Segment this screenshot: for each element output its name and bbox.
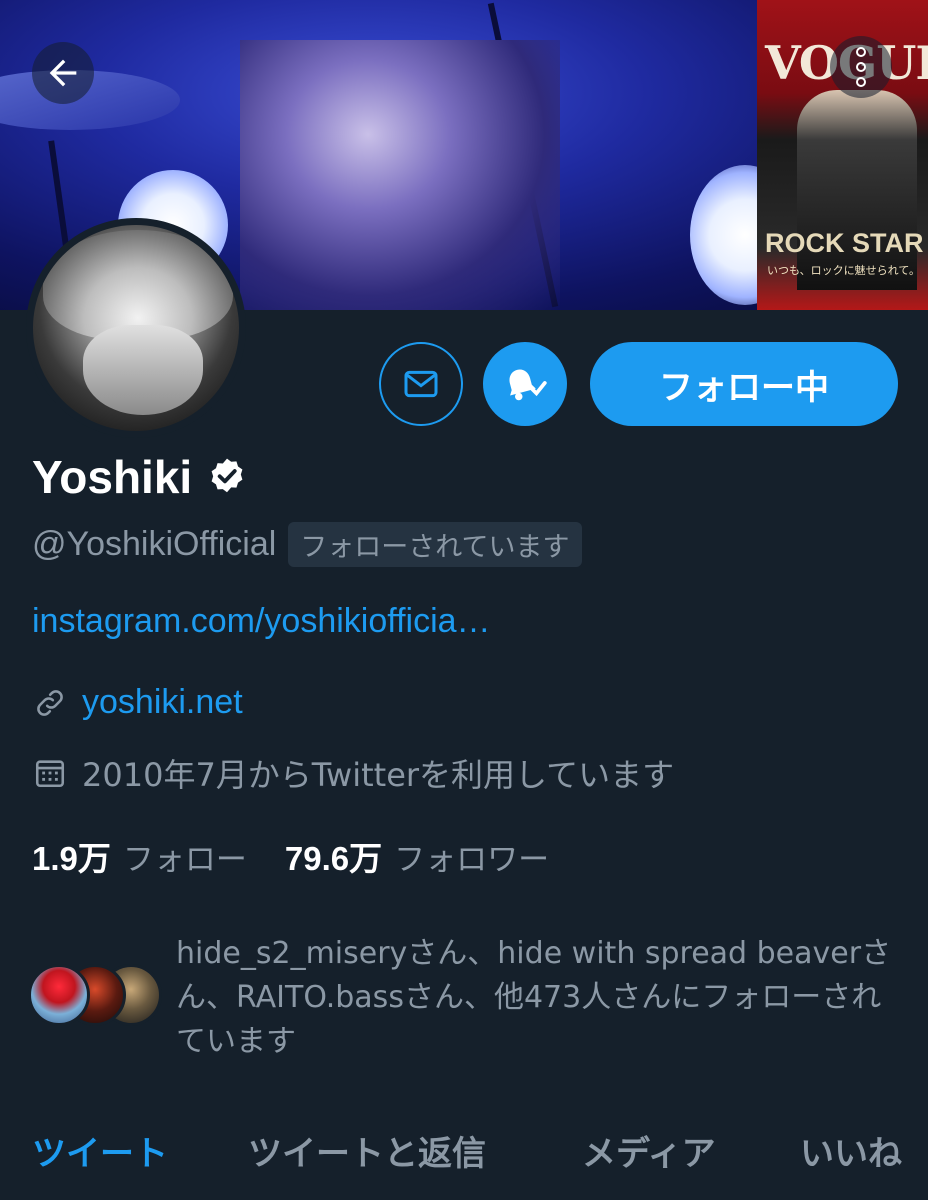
profile-avatar[interactable] xyxy=(26,218,246,438)
calendar-icon xyxy=(32,755,68,791)
profile-name: Yoshiki xyxy=(32,451,193,503)
followers-stat[interactable]: 79.6万 フォロワー xyxy=(285,832,549,880)
mutual-followers[interactable]: hide_s2_miseryさん、hide with spread beaver… xyxy=(28,930,908,1070)
following-count: 1.9万 xyxy=(32,840,111,877)
banner-drummer-figure xyxy=(240,40,560,310)
envelope-icon xyxy=(404,370,438,398)
profile-tabs: ツイート ツイートと返信 メディア いいね xyxy=(0,1120,928,1200)
joined-row: 2010年7月からTwitterを利用しています xyxy=(32,750,674,796)
following-button[interactable]: フォロー中 xyxy=(590,342,898,426)
following-stat[interactable]: 1.9万 フォロー xyxy=(32,832,247,880)
avatar-photo xyxy=(33,225,239,431)
website-link[interactable]: yoshiki.net xyxy=(82,683,243,722)
message-button[interactable] xyxy=(379,342,463,426)
more-dot-icon xyxy=(856,47,866,57)
mutual-followers-text: hide_s2_miseryさん、hide with spread beaver… xyxy=(176,936,892,1059)
magazine-figure xyxy=(797,90,917,290)
mutual-avatars xyxy=(28,964,168,1028)
magazine-cover-text: ROCK STAR xyxy=(765,228,924,258)
tab-likes[interactable]: いいね xyxy=(800,1120,902,1175)
avatar-hand xyxy=(83,325,203,415)
notifications-button[interactable] xyxy=(483,342,567,426)
follow-stats: 1.9万 フォロー 79.6万 フォロワー xyxy=(32,832,549,880)
magazine-subtitle: いつも、ロックに魅せられて。 xyxy=(767,264,921,277)
following-label: フォロー xyxy=(122,842,247,878)
name-row: Yoshiki xyxy=(32,450,248,504)
bio-link[interactable]: instagram.com/yoshikiofficia… xyxy=(32,602,491,641)
verified-badge-icon xyxy=(211,458,243,493)
arrow-left-icon xyxy=(49,59,77,87)
followers-label: フォロワー xyxy=(394,842,550,878)
more-dot-icon xyxy=(856,62,866,72)
website-row: yoshiki.net xyxy=(32,683,243,722)
link-icon xyxy=(32,685,68,721)
handle-row: @YoshikiOfficial フォローされています xyxy=(32,522,582,567)
more-dot-icon xyxy=(856,77,866,87)
bell-check-icon xyxy=(509,369,547,401)
more-options-button[interactable] xyxy=(830,36,892,98)
mutual-avatar xyxy=(28,964,90,1026)
tab-media[interactable]: メディア xyxy=(582,1120,716,1175)
back-button[interactable] xyxy=(32,42,94,104)
tab-tweets[interactable]: ツイート xyxy=(32,1120,168,1175)
follows-you-badge: フォローされています xyxy=(288,522,582,567)
profile-handle: @YoshikiOfficial xyxy=(32,525,277,563)
avatar-hair xyxy=(43,230,233,340)
tab-tweets-and-replies[interactable]: ツイートと返信 xyxy=(248,1120,486,1175)
followers-count: 79.6万 xyxy=(284,840,383,877)
joined-date: 2010年7月からTwitterを利用しています xyxy=(82,756,675,794)
